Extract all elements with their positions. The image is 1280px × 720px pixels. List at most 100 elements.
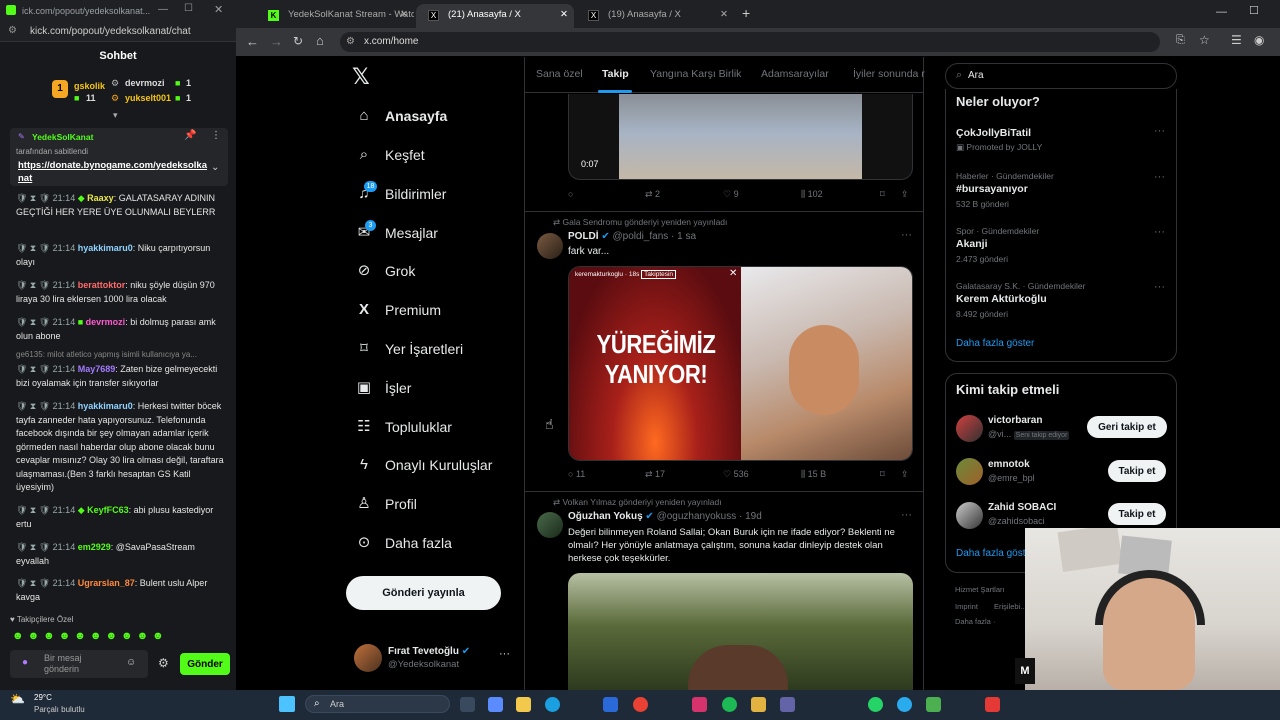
close-icon[interactable]: ✕ bbox=[214, 3, 223, 16]
tab-list[interactable]: Yangına Karşı Birlik bbox=[650, 68, 741, 80]
like-button[interactable]: ♡ 536 bbox=[723, 469, 749, 480]
tab-x[interactable]: X (19) Anasayfa / X ✕ bbox=[576, 4, 734, 28]
follow-back-button[interactable]: Geri takip et bbox=[1087, 416, 1167, 438]
footer-link[interactable]: Daha fazla · bbox=[955, 617, 995, 626]
more-icon[interactable]: ··· bbox=[901, 229, 912, 241]
more-icon[interactable]: ··· bbox=[499, 648, 510, 660]
spotify-icon[interactable] bbox=[722, 697, 737, 712]
expand-leaderboard-icon[interactable]: ▾ bbox=[113, 110, 118, 121]
address-bar[interactable]: ⚙ x.com/home bbox=[340, 32, 1160, 52]
footer-link[interactable]: Hizmet Şartları bbox=[955, 585, 1005, 594]
more-icon[interactable]: ··· bbox=[1154, 281, 1165, 293]
more-icon[interactable]: ··· bbox=[1154, 171, 1165, 183]
suggested-user-name[interactable]: emnotok bbox=[988, 459, 1030, 470]
whatsapp-icon[interactable] bbox=[868, 697, 883, 712]
more-icon[interactable]: ⋮ bbox=[211, 130, 221, 141]
home-icon[interactable]: ⌂ bbox=[316, 33, 324, 48]
trend-name[interactable]: Kerem Aktürkoğlu bbox=[956, 293, 1047, 305]
more-icon[interactable]: ··· bbox=[901, 509, 912, 521]
suggested-user-name[interactable]: Zahid SOBACI bbox=[988, 502, 1056, 513]
kick-urlbar[interactable]: ⚙ kick.com/popout/yedeksolkanat/chat bbox=[0, 22, 236, 42]
tab-for-you[interactable]: Sana özel bbox=[536, 68, 583, 80]
avatar[interactable] bbox=[956, 415, 983, 442]
post-author[interactable]: Oğuzhan Yokuş ✔ @oguzhanyokuss · 19d bbox=[568, 511, 762, 522]
follow-button[interactable]: Takip et bbox=[1108, 460, 1166, 482]
trend-name[interactable]: ÇokJollyBiTatil bbox=[956, 127, 1031, 139]
gear-icon[interactable]: ⚙ bbox=[158, 656, 169, 670]
views-button[interactable]: ⫼ 102 bbox=[801, 189, 823, 200]
teams-icon[interactable] bbox=[780, 697, 795, 712]
back-icon[interactable]: ← bbox=[246, 34, 259, 49]
share-icon[interactable]: ⇪ bbox=[901, 469, 909, 480]
pinned-user[interactable]: YedekSolKanat bbox=[32, 132, 93, 142]
like-button[interactable]: ♡ 9 bbox=[723, 189, 739, 200]
extensions-icon[interactable]: ☰ bbox=[1231, 33, 1242, 47]
forward-icon[interactable]: → bbox=[270, 34, 283, 49]
send-button[interactable]: Gönder bbox=[180, 653, 230, 675]
tab-following[interactable]: Takip bbox=[602, 68, 629, 80]
search-input[interactable]: ⌕ Ara bbox=[945, 63, 1177, 89]
minimize-icon[interactable]: — bbox=[1216, 6, 1227, 18]
chrome-icon[interactable] bbox=[633, 697, 648, 712]
app-icon[interactable] bbox=[488, 697, 503, 712]
edge-icon[interactable] bbox=[545, 697, 560, 712]
close-tab-icon[interactable]: ✕ bbox=[720, 4, 728, 26]
footer-link[interactable]: Imprint bbox=[955, 602, 978, 611]
taskbar-search[interactable]: ⌕ Ara bbox=[305, 695, 450, 713]
app-icon[interactable] bbox=[985, 697, 1000, 712]
reply-icon[interactable]: ○ bbox=[568, 189, 573, 199]
tab-x-active[interactable]: X (21) Anasayfa / X ✕ bbox=[416, 4, 574, 28]
trend-name[interactable]: Akanji bbox=[956, 238, 988, 250]
avatar[interactable] bbox=[956, 458, 983, 485]
leader-name[interactable]: yukselt001 bbox=[125, 93, 171, 103]
avatar[interactable] bbox=[956, 502, 983, 529]
file-explorer-icon[interactable] bbox=[516, 697, 531, 712]
leader-name[interactable]: devrmozi bbox=[125, 78, 165, 88]
site-settings-icon[interactable]: ⚙ bbox=[8, 25, 17, 36]
task-view-icon[interactable] bbox=[460, 697, 475, 712]
app-icon[interactable] bbox=[926, 697, 941, 712]
repost-button[interactable]: ⇄ 17 bbox=[645, 469, 665, 480]
post-video[interactable]: 0:07 bbox=[568, 94, 913, 180]
show-more-link[interactable]: Daha fazla göst bbox=[956, 548, 1026, 559]
suggested-user-name[interactable]: victorbaran bbox=[988, 415, 1042, 426]
x-logo-icon[interactable]: 𝕏 bbox=[352, 64, 370, 90]
close-tab-icon[interactable]: ✕ bbox=[400, 4, 408, 26]
footer-link[interactable]: Erişilebi... bbox=[994, 602, 1027, 611]
post-image[interactable]: keremakturkoglu · 18s Takiptesin YÜREĞİM… bbox=[568, 266, 913, 461]
mic-icon[interactable]: ● bbox=[22, 657, 28, 668]
more-icon[interactable]: ··· bbox=[1154, 125, 1165, 137]
emoji-icon[interactable]: ☺ bbox=[126, 657, 136, 668]
minimize-icon[interactable]: — bbox=[158, 4, 168, 15]
start-icon[interactable] bbox=[279, 696, 295, 712]
tab-kick[interactable]: K YedekSolKanat Stream - Watch ✕ bbox=[256, 4, 414, 28]
bookmark-icon[interactable]: ⌑ bbox=[880, 189, 885, 200]
repost-button[interactable]: ⇄ 2 bbox=[645, 189, 660, 200]
install-icon[interactable]: ⎘ bbox=[1176, 34, 1185, 47]
more-icon[interactable]: ··· bbox=[1154, 226, 1165, 238]
avatar[interactable] bbox=[537, 233, 563, 259]
bookmark-star-icon[interactable]: ☆ bbox=[1199, 33, 1210, 47]
trend-name[interactable]: #bursayanıyor bbox=[956, 183, 1028, 195]
profile-icon[interactable]: ◉ bbox=[1254, 33, 1264, 47]
pin-icon[interactable]: 📌 bbox=[184, 130, 196, 141]
tab-list[interactable]: Adamsarayılar bbox=[761, 68, 829, 80]
chat-input[interactable]: ● Bir mesaj gönderin ☺ bbox=[10, 650, 148, 678]
tab-list[interactable]: İyiler sonunda r bbox=[853, 68, 925, 80]
maximize-icon[interactable]: ☐ bbox=[184, 3, 193, 14]
telegram-icon[interactable] bbox=[897, 697, 912, 712]
post-video[interactable] bbox=[568, 573, 913, 690]
close-tab-icon[interactable]: ✕ bbox=[560, 4, 568, 26]
post-author[interactable]: POLDİ ✔ @poldi_fans · 1 sa bbox=[568, 231, 696, 242]
emote-row[interactable]: ☻☻☻☻☻☻☻☻☻☻ bbox=[12, 630, 202, 644]
donate-link[interactable]: https://donate.bynogame.com/yedeksolkana… bbox=[18, 159, 208, 185]
store-icon[interactable] bbox=[603, 697, 618, 712]
app-icon[interactable] bbox=[692, 697, 707, 712]
share-icon[interactable]: ⇪ bbox=[901, 189, 909, 200]
site-info-icon[interactable]: ⚙ bbox=[346, 32, 355, 52]
account-switcher[interactable]: Fırat Tevetoğlu ✔ @Yedeksolkanat ··· bbox=[354, 642, 514, 674]
app-icon[interactable] bbox=[751, 697, 766, 712]
weather-icon[interactable]: ⛅ bbox=[10, 692, 25, 706]
chevron-down-icon[interactable]: ⌄ bbox=[211, 162, 219, 173]
reply-button[interactable]: ○ 11 bbox=[568, 469, 585, 479]
